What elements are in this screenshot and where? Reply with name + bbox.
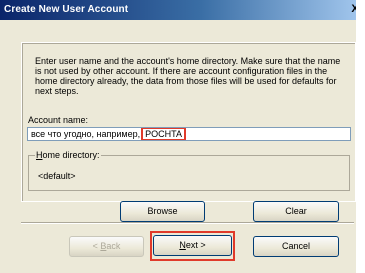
dialog-window: Create New User Account X Enter user nam… — [0, 0, 365, 273]
cancel-button[interactable]: Cancel — [253, 236, 339, 257]
next-rest: ext > — [185, 240, 206, 250]
titlebar: Create New User Account X — [0, 0, 365, 20]
browse-button[interactable]: Browse — [120, 201, 205, 222]
window-title: Create New User Account — [4, 4, 129, 15]
account-name-highlight: POCHTA — [141, 128, 186, 140]
account-name-value: все что угодно, например, — [31, 129, 141, 139]
home-directory-value: <default> — [38, 171, 76, 181]
back-button[interactable]: < Back — [69, 236, 144, 257]
account-name-input[interactable]: все что угодно, например, POCHTA — [27, 127, 351, 141]
description-text: Enter user name and the account's home d… — [35, 56, 341, 96]
window-edge — [356, 0, 365, 273]
button-separator — [21, 222, 354, 224]
clear-button[interactable]: Clear — [253, 201, 339, 222]
home-legend-rest: ome directory: — [42, 150, 100, 160]
back-rest: ack — [106, 241, 121, 251]
home-directory-legend: Home directory: — [35, 150, 101, 160]
content-panel: Enter user name and the account's home d… — [21, 42, 356, 202]
account-name-label: Account name: — [28, 115, 89, 125]
next-button[interactable]: Next > — [153, 235, 232, 256]
home-directory-group: Home directory: <default> — [28, 150, 350, 191]
